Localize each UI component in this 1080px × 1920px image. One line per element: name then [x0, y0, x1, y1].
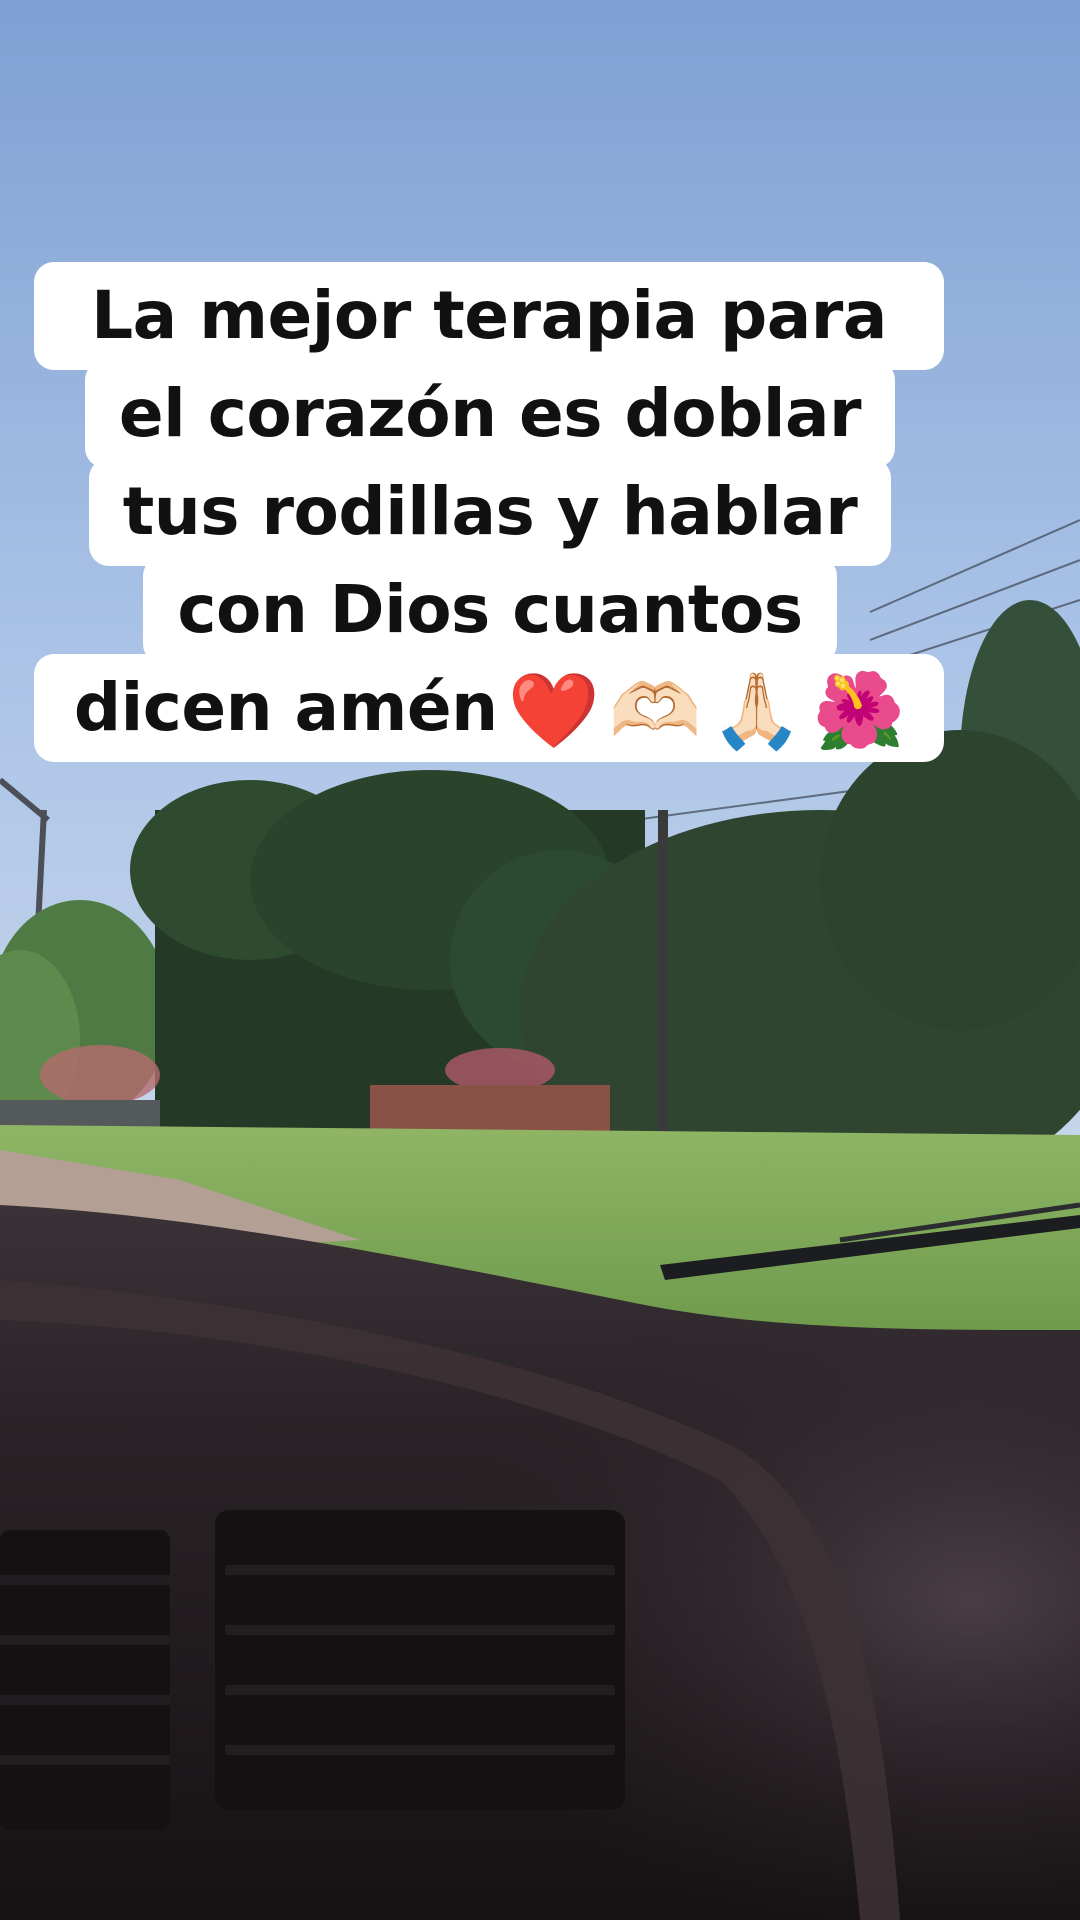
utility-pole-center: [658, 810, 668, 1140]
heart-icon: ❤️: [507, 668, 600, 754]
heart-hands-icon: 🫶🏻: [609, 668, 701, 754]
caption-overlay: La mejor terapia para el corazón es dobl…: [0, 262, 980, 762]
caption-line-5-text: dicen amén: [73, 669, 498, 746]
brick-wall: [370, 1085, 610, 1135]
air-vents: [0, 1510, 625, 1830]
caption-line-2: el corazón es doblar: [84, 360, 896, 468]
caption-line-3: tus rodillas y hablar: [88, 458, 892, 566]
video-frame: La mejor terapia para el corazón es dobl…: [0, 0, 1080, 1920]
shrub: [40, 1045, 160, 1105]
caption-line-4: con Dios cuantos: [143, 556, 837, 664]
hibiscus-icon: 🌺: [812, 668, 905, 754]
praying-hands-icon: 🙏🏻: [710, 668, 803, 754]
caption-line-5: dicen amén ❤️ 🫶🏻 🙏🏻 🌺: [34, 654, 944, 762]
caption-line-1: La mejor terapia para: [34, 262, 944, 370]
